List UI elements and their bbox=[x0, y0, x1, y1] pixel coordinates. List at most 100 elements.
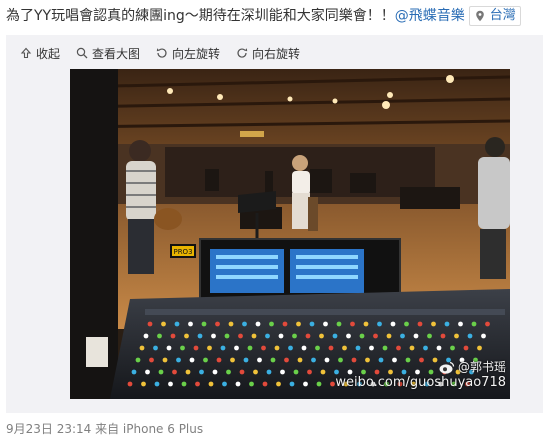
console-knob bbox=[307, 369, 312, 375]
photo-watermark: @郭书瑶 weibo.com/guoshuyao718 bbox=[335, 359, 506, 391]
console-knob bbox=[226, 369, 231, 375]
console-knob bbox=[458, 321, 463, 327]
rehearsal-studio-illustration: PRO3 bbox=[70, 69, 510, 399]
console-knob bbox=[207, 345, 212, 351]
post-text: 為了YY玩唱會認真的練團ing～期待在深圳能和大家同樂會！！@飛蝶音樂 台灣 bbox=[6, 6, 546, 28]
view-large-button[interactable]: 查看大图 bbox=[76, 45, 140, 62]
console-knob bbox=[157, 333, 162, 339]
console-knob bbox=[450, 345, 455, 351]
console-knob bbox=[444, 321, 450, 327]
console-knob bbox=[174, 321, 180, 327]
collapse-label: 收起 bbox=[36, 46, 61, 61]
mention-link[interactable]: @飛蝶音樂 bbox=[395, 8, 465, 24]
media-toolbar: 收起 查看大图 向左旋转 向右旋转 bbox=[20, 44, 316, 62]
console-knob bbox=[220, 345, 226, 351]
console-knob bbox=[208, 381, 214, 387]
console-knob bbox=[249, 381, 254, 387]
console-knob bbox=[467, 333, 473, 339]
console-knob bbox=[131, 369, 137, 375]
console-knob bbox=[390, 321, 396, 327]
console-knob bbox=[396, 345, 401, 351]
console-knob bbox=[323, 321, 328, 327]
console-knob bbox=[369, 345, 374, 351]
console-knob bbox=[336, 321, 342, 327]
console-knob bbox=[184, 333, 189, 339]
rotate-left-button[interactable]: 向左旋转 bbox=[156, 45, 220, 62]
console-knob bbox=[170, 333, 176, 339]
console-knob bbox=[454, 333, 459, 339]
post-message: 為了YY玩唱會認真的練團ing～期待在深圳能和大家同樂會！！ bbox=[6, 8, 395, 24]
console-knob bbox=[228, 321, 234, 327]
console-knob bbox=[162, 357, 168, 363]
location-tag[interactable]: 台灣 bbox=[468, 6, 521, 26]
console-knob bbox=[158, 369, 164, 375]
console-knob bbox=[265, 333, 270, 339]
post-photo[interactable]: PRO3 @郭书瑶 weibo.com/guoshuyao718 bbox=[70, 69, 510, 399]
console-knob bbox=[400, 333, 405, 339]
watermark-url: weibo.com/guoshuyao718 bbox=[335, 375, 506, 390]
console-knob bbox=[320, 369, 326, 375]
console-knob bbox=[251, 333, 257, 339]
console-knob bbox=[135, 357, 141, 363]
console-knob bbox=[127, 381, 133, 387]
console-brand: PRO3 bbox=[173, 248, 192, 256]
console-knob bbox=[431, 321, 436, 327]
rotate-right-icon bbox=[237, 48, 248, 58]
console-knob bbox=[463, 345, 469, 351]
console-knob bbox=[423, 345, 428, 351]
console-knob bbox=[328, 345, 334, 351]
console-knob bbox=[404, 321, 409, 327]
console-knob bbox=[222, 381, 227, 387]
console-knob bbox=[319, 333, 324, 339]
console-knob bbox=[324, 357, 330, 363]
console-knob bbox=[247, 345, 253, 351]
watermark-author: @郭书瑶 bbox=[457, 360, 506, 374]
rotate-right-button[interactable]: 向右旋转 bbox=[236, 45, 300, 62]
console-knob bbox=[289, 381, 295, 387]
console-knob bbox=[212, 369, 218, 375]
console-knob bbox=[211, 333, 216, 339]
console-knob bbox=[172, 369, 177, 375]
collapse-button[interactable]: 收起 bbox=[20, 45, 60, 62]
console-knob bbox=[355, 345, 361, 351]
console-knob bbox=[315, 345, 320, 351]
console-knob bbox=[377, 321, 382, 327]
rotate-left-icon bbox=[156, 48, 167, 58]
console-knob bbox=[332, 333, 338, 339]
console-knob bbox=[311, 357, 316, 363]
console-knob bbox=[293, 369, 299, 375]
console-knob bbox=[143, 333, 149, 339]
console-knob bbox=[166, 345, 172, 351]
console-knob bbox=[485, 321, 490, 327]
console-knob bbox=[284, 357, 289, 363]
console-knob bbox=[255, 321, 261, 327]
console-knob bbox=[477, 345, 482, 351]
magnifier-icon bbox=[76, 47, 88, 59]
weibo-logo-icon bbox=[439, 361, 455, 374]
console-knob bbox=[181, 381, 187, 387]
console-knob bbox=[149, 357, 154, 363]
console-knob bbox=[316, 381, 322, 387]
console-knob bbox=[270, 357, 276, 363]
console-knob bbox=[346, 333, 351, 339]
console-knob bbox=[141, 381, 146, 387]
location-label: 台灣 bbox=[489, 8, 516, 23]
console-knob bbox=[216, 357, 222, 363]
console-knob bbox=[262, 381, 268, 387]
console-knob bbox=[382, 345, 388, 351]
console-knob bbox=[147, 321, 153, 327]
console-knob bbox=[180, 345, 185, 351]
console-knob bbox=[350, 321, 355, 327]
console-knob bbox=[161, 321, 166, 327]
console-knob bbox=[201, 321, 207, 327]
console-knob bbox=[309, 321, 315, 327]
console-knob bbox=[282, 321, 288, 327]
console-knob bbox=[305, 333, 311, 339]
console-knob bbox=[359, 333, 365, 339]
console-knob bbox=[197, 333, 203, 339]
console-knob bbox=[199, 369, 204, 375]
console-knob bbox=[436, 345, 442, 351]
console-knob bbox=[280, 369, 285, 375]
console-knob bbox=[261, 345, 266, 351]
console-knob bbox=[413, 333, 419, 339]
